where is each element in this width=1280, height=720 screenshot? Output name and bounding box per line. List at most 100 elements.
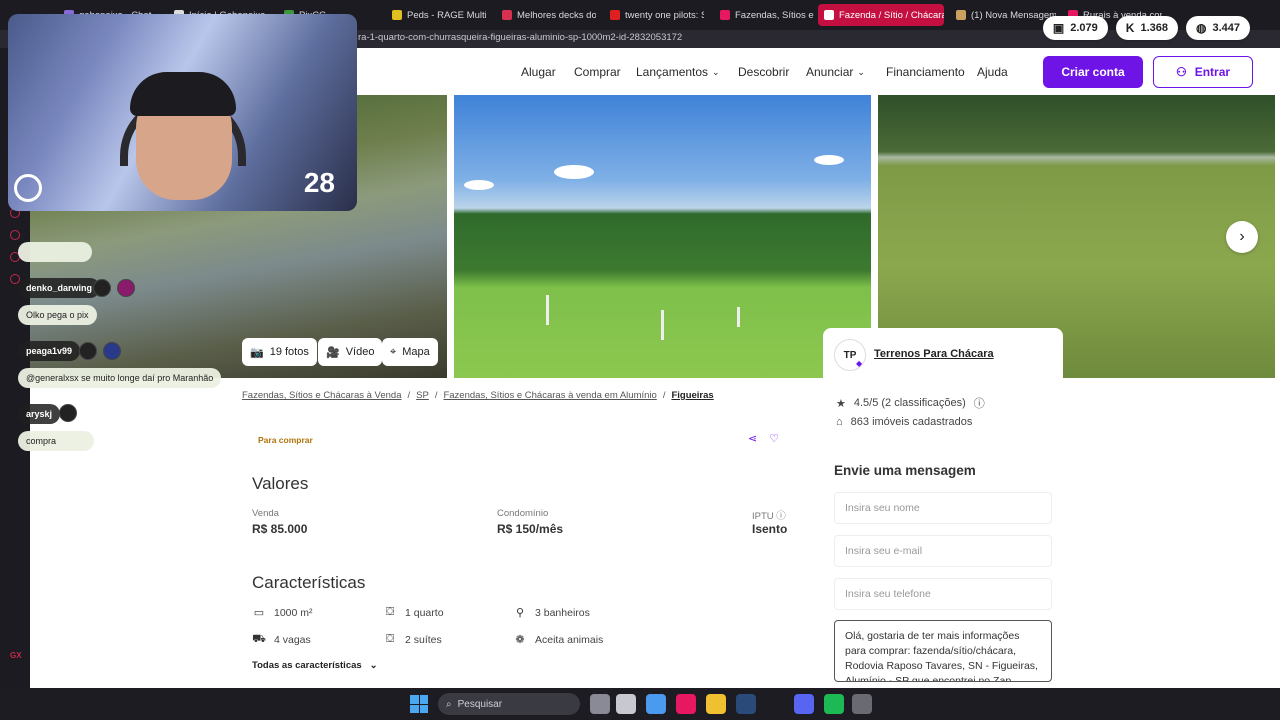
condominio-value: R$ 150/mês xyxy=(497,522,564,536)
feature-vagas: ⛟ 4 vagas xyxy=(252,633,311,646)
tab-favicon-icon xyxy=(392,10,402,20)
opera-gx-icon[interactable] xyxy=(676,694,696,714)
message-textarea[interactable]: Olá, gostaria de ter mais informações pa… xyxy=(834,620,1052,682)
phone-input[interactable] xyxy=(834,578,1052,610)
heart-icon[interactable]: ♡ xyxy=(769,432,779,445)
chat-message xyxy=(18,242,92,262)
nav-financiamento[interactable]: Financiamento xyxy=(886,65,965,79)
share-icon[interactable]: ⋖ xyxy=(748,432,757,445)
nav-anunciar[interactable]: Anunciar ⌄ xyxy=(806,65,865,79)
nav-lancamentos[interactable]: Lançamentos ⌄ xyxy=(636,65,720,79)
app-icon[interactable] xyxy=(616,694,636,714)
paw-icon: ❁ xyxy=(515,634,525,646)
feature-area: ▭ 1000 m² xyxy=(253,606,313,620)
browser-tab[interactable]: Fazendas, Sítios e C xyxy=(714,4,814,26)
browser-tab[interactable]: twenty one pilots: St xyxy=(604,4,704,26)
viewer-counters: ▣ 2.079 K 1.368 ◍ 3.447 xyxy=(1042,16,1250,40)
all-features-button[interactable]: Todas as características ⌄ xyxy=(252,660,378,671)
nav-descobrir[interactable]: Descobrir xyxy=(738,65,789,79)
agent-name-link[interactable]: Terrenos Para Chácara xyxy=(874,348,994,360)
video-icon: 🎥 xyxy=(326,346,340,359)
feature-banheiros: ⚲ 3 banheiros xyxy=(513,606,590,620)
chat-message: compra xyxy=(18,431,94,451)
kick-icon: K xyxy=(1125,21,1135,35)
agent-listings: ⌂ 863 imóveis cadastrados xyxy=(836,416,973,428)
browser-tab[interactable]: Fazenda / Sítio / Chácara xyxy=(818,4,944,26)
twitch-icon: ▣ xyxy=(1052,21,1065,35)
chevron-down-icon: ⌄ xyxy=(857,66,865,77)
tab-favicon-icon xyxy=(610,10,620,20)
login-button[interactable]: ⚇ Entrar xyxy=(1153,56,1253,88)
obs-icon[interactable] xyxy=(852,694,872,714)
chat-message: Olko pega o pix xyxy=(18,305,97,325)
discord-icon[interactable] xyxy=(794,694,814,714)
photos-button[interactable]: 📷 19 fotos xyxy=(242,338,317,366)
twitch-counter: ▣ 2.079 xyxy=(1042,16,1108,40)
chat-message: @generalxsx se muito longe daí pro Maran… xyxy=(18,368,222,388)
breadcrumb-link[interactable]: Fazendas, Sítios e Chácaras à venda em A… xyxy=(443,390,656,401)
chevron-down-icon: ⌄ xyxy=(369,660,378,671)
chat-username: peaga1v99 xyxy=(18,341,81,361)
taskview-icon[interactable] xyxy=(590,694,610,714)
gx-icon[interactable]: GX xyxy=(10,651,22,660)
gallery-photo-hill[interactable] xyxy=(454,95,871,378)
bed-icon: ⛋ xyxy=(385,633,395,645)
nav-ajuda[interactable]: Ajuda xyxy=(977,65,1008,79)
kick-badge-icon xyxy=(59,404,77,422)
url-text[interactable]: ra-1-quarto-com-churrasqueira-figueiras-… xyxy=(358,32,682,43)
contact-title: Envie uma mensagem xyxy=(834,463,976,478)
globe-icon: ◍ xyxy=(1195,21,1207,35)
explorer-icon[interactable] xyxy=(706,694,726,714)
area-icon: ▭ xyxy=(253,607,265,619)
chat-username: denko_darwing xyxy=(18,278,101,298)
chevron-right-icon: › xyxy=(1239,228,1245,245)
info-icon[interactable]: ⓘ xyxy=(974,395,985,411)
cloud xyxy=(814,155,844,165)
map-button[interactable]: ⌖ Mapa xyxy=(382,338,438,366)
iptu-label: IPTU ⓘ xyxy=(752,511,786,522)
gallery-next-button[interactable]: › xyxy=(1226,221,1258,253)
cloud xyxy=(554,165,594,179)
nav-alugar[interactable]: Alugar xyxy=(521,65,556,79)
tab-favicon-icon xyxy=(956,10,966,20)
browser-tab[interactable]: (1) Nova Mensagem! xyxy=(950,4,1056,26)
feature-quarto: ⛋ 1 quarto xyxy=(383,606,444,619)
sidebar-icon[interactable] xyxy=(10,230,20,240)
map-pin-icon: ⌖ xyxy=(390,345,397,358)
webcam-overlay: 28 xyxy=(8,14,357,211)
search-icon: ⌕ xyxy=(446,698,452,710)
listing-tag: Para comprar xyxy=(258,435,313,445)
features-title: Características xyxy=(252,573,366,592)
windows-taskbar xyxy=(0,688,1280,720)
browser-tab[interactable]: Melhores decks do C xyxy=(496,4,596,26)
venda-label: Venda xyxy=(252,508,279,519)
taskbar-search[interactable]: ⌕ Pesquisar xyxy=(438,693,580,715)
breadcrumb-link[interactable]: Fazendas, Sítios e Chácaras à Venda xyxy=(242,390,402,401)
tab-favicon-icon xyxy=(720,10,730,20)
nav-comprar[interactable]: Comprar xyxy=(574,65,621,79)
venda-value: R$ 85.000 xyxy=(252,522,308,536)
breadcrumb-link[interactable]: SP xyxy=(416,390,429,401)
email-input[interactable] xyxy=(834,535,1052,567)
name-input[interactable] xyxy=(834,492,1052,524)
webcam-number: 28 xyxy=(303,167,335,198)
tab-favicon-icon xyxy=(502,10,512,20)
copilot-icon[interactable] xyxy=(646,694,666,714)
steam-icon[interactable] xyxy=(736,694,756,714)
sub-badge-icon xyxy=(103,342,121,360)
car-icon: ⛟ xyxy=(252,633,266,645)
breadcrumb-current[interactable]: Figueiras xyxy=(671,390,713,401)
spotify-icon[interactable] xyxy=(824,694,844,714)
browser-tab[interactable]: Peds - RAGE Multiplayer xyxy=(386,4,486,26)
tab-favicon-icon xyxy=(824,10,834,20)
chevron-down-icon: ⌄ xyxy=(712,66,720,77)
diamond-icon: ◆ xyxy=(856,359,863,368)
windows-start-icon[interactable] xyxy=(410,695,428,713)
twitch-badge-icon xyxy=(79,342,97,360)
info-icon[interactable]: ⓘ xyxy=(774,511,786,522)
video-button[interactable]: 🎥 Vídeo xyxy=(318,338,383,366)
shower-icon: ⚲ xyxy=(515,607,525,619)
star-icon: ★ xyxy=(836,397,846,410)
create-account-button[interactable]: Criar conta xyxy=(1043,56,1143,88)
twitch-badge-icon xyxy=(93,279,111,297)
